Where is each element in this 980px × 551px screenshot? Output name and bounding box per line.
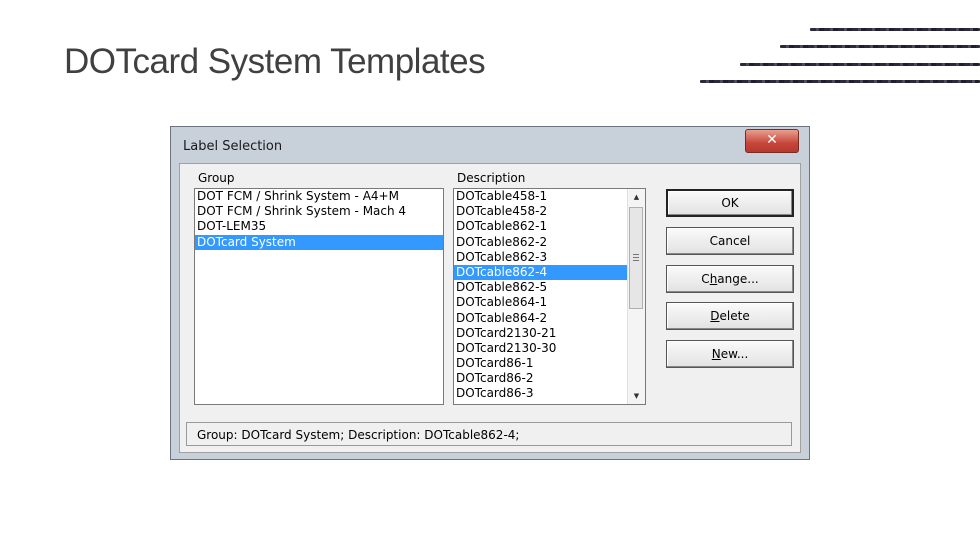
- label-selection-dialog: Label Selection ✕ Group Description DOT …: [170, 126, 810, 460]
- close-icon: ✕: [766, 132, 778, 148]
- slide-title: DOTcard System Templates: [64, 42, 486, 81]
- decorative-line: [740, 63, 980, 66]
- change-label-prefix: C: [701, 272, 710, 286]
- change-button[interactable]: Change...: [666, 265, 794, 293]
- cancel-button[interactable]: Cancel: [666, 227, 794, 255]
- delete-accelerator: D: [710, 309, 720, 323]
- description-label: Description: [457, 171, 526, 185]
- ok-button[interactable]: OK: [666, 189, 794, 217]
- delete-button[interactable]: Delete: [666, 302, 794, 330]
- status-bar: Group: DOTcard System; Description: DOTc…: [186, 422, 792, 446]
- status-text: Group: DOTcard System; Description: DOTc…: [197, 428, 520, 442]
- list-item[interactable]: DOTcable862-1: [454, 219, 628, 234]
- list-item[interactable]: DOTcard2130-30: [454, 341, 628, 356]
- new-button[interactable]: New...: [666, 340, 794, 368]
- list-item[interactable]: DOT FCM / Shrink System - Mach 4: [195, 204, 443, 219]
- list-item[interactable]: DOTcard86-2: [454, 371, 628, 386]
- scroll-down-icon[interactable]: ▼: [628, 388, 645, 404]
- description-scrollbar[interactable]: ▲ ▼: [627, 189, 645, 404]
- list-item[interactable]: DOTcard86-1: [454, 356, 628, 371]
- group-listbox[interactable]: DOT FCM / Shrink System - A4+M DOT FCM / …: [194, 188, 444, 405]
- list-item[interactable]: DOT-LEM35: [195, 219, 443, 234]
- list-item[interactable]: DOTcable458-2: [454, 204, 628, 219]
- list-item[interactable]: DOTcable458-1: [454, 189, 628, 204]
- change-label-suffix: ange...: [717, 272, 759, 286]
- list-item[interactable]: DOTcard2130-21: [454, 326, 628, 341]
- new-label-suffix: ew...: [720, 347, 749, 361]
- dialog-title: Label Selection: [183, 139, 283, 154]
- scroll-up-icon[interactable]: ▲: [628, 189, 645, 205]
- list-item[interactable]: DOTcable864-1: [454, 295, 628, 310]
- list-item[interactable]: DOTcard System: [195, 234, 443, 250]
- decorative-line: [780, 45, 980, 48]
- list-item[interactable]: DOTcard86-3: [454, 386, 628, 401]
- new-accelerator: N: [711, 347, 721, 361]
- decorative-line: [810, 28, 980, 31]
- decorative-line: [700, 80, 980, 83]
- dialog-titlebar[interactable]: Label Selection ✕: [171, 127, 809, 163]
- list-item[interactable]: DOTcable864-2: [454, 311, 628, 326]
- grip-icon: [633, 254, 639, 261]
- description-listbox[interactable]: DOTcable458-1 DOTcable458-2 DOTcable862-1 D…: [453, 188, 646, 405]
- list-item[interactable]: DOTcable862-2: [454, 235, 628, 250]
- list-item[interactable]: DOTcable862-5: [454, 280, 628, 295]
- group-label: Group: [198, 171, 235, 185]
- list-item[interactable]: DOT FCM / Shrink System - A4+M: [195, 189, 443, 204]
- scrollbar-thumb[interactable]: [629, 207, 643, 309]
- delete-label-suffix: elete: [719, 309, 750, 323]
- dialog-client-area: Group Description DOT FCM / Shrink Syste…: [179, 163, 801, 453]
- list-item[interactable]: DOTcable862-3: [454, 250, 628, 265]
- close-button[interactable]: ✕: [745, 129, 799, 153]
- list-item[interactable]: DOTcable862-4: [454, 264, 628, 281]
